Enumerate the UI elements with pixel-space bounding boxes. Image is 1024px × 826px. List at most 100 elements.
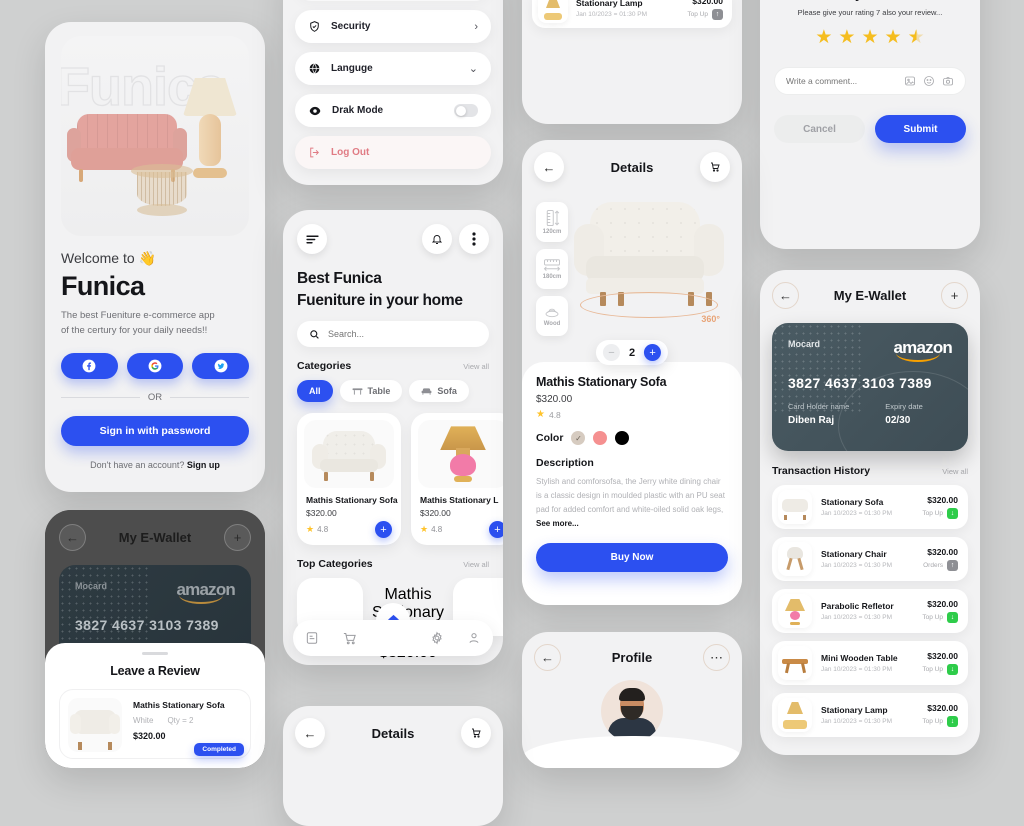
see-more-link[interactable]: See more... bbox=[536, 519, 579, 528]
google-login-button[interactable] bbox=[126, 353, 184, 380]
categories-title: Categories bbox=[297, 360, 352, 373]
hamburger-icon[interactable] bbox=[297, 224, 327, 254]
white-chair-illustration bbox=[312, 430, 386, 481]
arrow-left-icon[interactable]: ← bbox=[534, 644, 561, 671]
chip-all[interactable]: All bbox=[297, 380, 333, 403]
table-icon bbox=[352, 387, 363, 396]
dots-vertical-icon[interactable] bbox=[459, 224, 489, 254]
screenshot-stage: Funica Welcome to 👋 Funica The best Fuen… bbox=[0, 0, 1024, 826]
search-icon bbox=[309, 329, 320, 340]
settings-row-language[interactable]: Languge ⌄ bbox=[295, 52, 491, 85]
arrow-left-icon[interactable]: ← bbox=[534, 152, 564, 182]
order-badge-icon: ↑ bbox=[947, 560, 958, 571]
chip-sofa[interactable]: Sofa bbox=[409, 380, 469, 403]
details-price: $320.00 bbox=[536, 394, 573, 405]
orders-tab[interactable] bbox=[305, 631, 319, 645]
transaction-date: Jan 10/2023 = 01:30 PM bbox=[821, 562, 893, 569]
spec-height[interactable]: 120cm bbox=[536, 202, 568, 242]
top-categories-view-all[interactable]: View all bbox=[463, 560, 489, 569]
transaction-row[interactable]: Stationary Sofa Jan 10/2023 = 01:30 PM $… bbox=[772, 485, 968, 529]
chip-table[interactable]: Table bbox=[339, 380, 403, 403]
order-row[interactable]: Stationary Lamp Jan 10/2023 = 01:30 PM $… bbox=[532, 0, 732, 28]
facebook-login-button[interactable] bbox=[61, 353, 118, 380]
product-card[interactable]: Mathis Stationary Sofa $320.00 ★ 4.8 + bbox=[297, 413, 401, 546]
camera-icon[interactable] bbox=[942, 75, 954, 87]
categories-view-all[interactable]: View all bbox=[463, 362, 489, 371]
spec-width[interactable]: 180cm bbox=[536, 249, 568, 289]
image-icon[interactable] bbox=[904, 75, 916, 87]
star-icon[interactable]: ★ bbox=[885, 26, 902, 49]
arrow-left-icon[interactable]: ← bbox=[772, 282, 799, 309]
transaction-row[interactable]: Mini Wooden Table Jan 10/2023 = 01:30 PM… bbox=[772, 641, 968, 685]
transaction-row[interactable]: Stationary Lamp Jan 10/2023 = 01:30 PM $… bbox=[772, 693, 968, 737]
plus-icon[interactable]: + bbox=[223, 524, 251, 551]
color-selector: Color ✓ bbox=[536, 431, 728, 445]
bank-card[interactable]: Mocard amazon 3827 4637 3103 7389 Card H… bbox=[772, 323, 968, 451]
profile-tab[interactable] bbox=[467, 631, 481, 645]
cancel-button[interactable]: Cancel bbox=[774, 115, 865, 143]
details-title: Details bbox=[610, 159, 654, 175]
transaction-tag: Orders ↑ bbox=[923, 560, 958, 571]
wallet-header: ← My E-Wallet + bbox=[772, 282, 968, 309]
search-bar[interactable] bbox=[297, 321, 489, 348]
color-swatch-beige[interactable]: ✓ bbox=[571, 431, 586, 445]
bell-icon[interactable] bbox=[422, 224, 452, 254]
settings-row-security[interactable]: Security › bbox=[295, 10, 491, 43]
status-badge: Completed bbox=[194, 743, 244, 756]
transaction-thumbnail bbox=[778, 490, 812, 524]
review-wallet-title: My E-Wallet bbox=[118, 530, 192, 545]
star-icon[interactable]: ★ bbox=[815, 26, 832, 49]
transaction-price: $320.00 bbox=[927, 703, 958, 713]
signup-link[interactable]: Sign up bbox=[187, 460, 220, 470]
cart-icon[interactable] bbox=[460, 718, 491, 748]
settings-row-logout[interactable]: Log Out bbox=[295, 136, 491, 169]
amazon-smile-icon bbox=[895, 353, 940, 362]
transaction-name: Stationary Chair bbox=[821, 549, 887, 559]
product-image bbox=[418, 420, 503, 489]
arrow-left-icon[interactable]: ← bbox=[295, 718, 325, 748]
buy-now-button[interactable]: Buy Now bbox=[536, 543, 728, 572]
review-wallet-header: ← My E-Wallet + bbox=[45, 510, 265, 551]
settings-row-dark-mode[interactable]: Drak Mode bbox=[295, 94, 491, 127]
arrow-left-icon[interactable]: ← bbox=[59, 524, 86, 551]
star-icon[interactable]: ★ bbox=[861, 26, 878, 49]
transaction-row[interactable]: Parabolic Refletor Jan 10/2023 = 01:30 P… bbox=[772, 589, 968, 633]
comment-input[interactable] bbox=[786, 76, 897, 86]
settings-row-partial[interactable] bbox=[295, 0, 491, 1]
decrement-button[interactable]: − bbox=[602, 344, 620, 361]
quantity-stepper[interactable]: − 2 + bbox=[595, 340, 669, 365]
dark-mode-toggle[interactable] bbox=[454, 104, 478, 117]
star-rating[interactable]: ★ ★ ★ ★ ★ bbox=[774, 26, 966, 49]
color-swatch-pink[interactable] bbox=[593, 431, 608, 445]
spec-chips: 120cm 180cm Wood bbox=[536, 202, 568, 336]
topup-badge-icon: ↓ bbox=[947, 612, 958, 623]
spec-material[interactable]: Wood bbox=[536, 296, 568, 336]
search-input[interactable] bbox=[328, 329, 477, 340]
cart-icon[interactable] bbox=[699, 152, 730, 182]
transaction-view-all[interactable]: View all bbox=[942, 467, 968, 476]
cart-tab[interactable] bbox=[342, 631, 357, 646]
add-to-cart-button[interactable]: + bbox=[375, 521, 392, 539]
star-icon[interactable]: ★ bbox=[838, 26, 855, 49]
twitter-login-button[interactable] bbox=[192, 353, 250, 380]
comment-field[interactable] bbox=[774, 67, 966, 95]
avatar[interactable] bbox=[601, 680, 663, 742]
profile-title: Profile bbox=[611, 650, 653, 665]
settings-tab[interactable] bbox=[430, 631, 444, 645]
transaction-tag: Top Up ↓ bbox=[922, 716, 958, 727]
logout-icon bbox=[308, 146, 321, 159]
product-card[interactable]: Mathis Stationary L $320.00 ★ 4.8 + bbox=[411, 413, 503, 546]
increment-button[interactable]: + bbox=[644, 344, 662, 361]
details-sheet: Mathis Stationary Sofa $320.00 ★ 4.8 Col… bbox=[522, 362, 742, 605]
topup-badge-icon: ↓ bbox=[947, 664, 958, 675]
dots-circle-icon[interactable]: ⋯ bbox=[703, 644, 730, 671]
submit-button[interactable]: Submit bbox=[875, 115, 966, 143]
emoji-icon[interactable] bbox=[923, 75, 935, 87]
star-half-icon[interactable]: ★ bbox=[908, 26, 925, 49]
transaction-row[interactable]: Stationary Chair Jan 10/2023 = 01:30 PM … bbox=[772, 537, 968, 581]
signin-password-button[interactable]: Sign in with password bbox=[61, 416, 249, 447]
color-swatch-black[interactable] bbox=[615, 431, 630, 445]
add-to-cart-button[interactable]: + bbox=[489, 521, 503, 539]
sheet-grab-handle[interactable] bbox=[142, 652, 168, 655]
plus-icon[interactable]: + bbox=[940, 282, 968, 309]
